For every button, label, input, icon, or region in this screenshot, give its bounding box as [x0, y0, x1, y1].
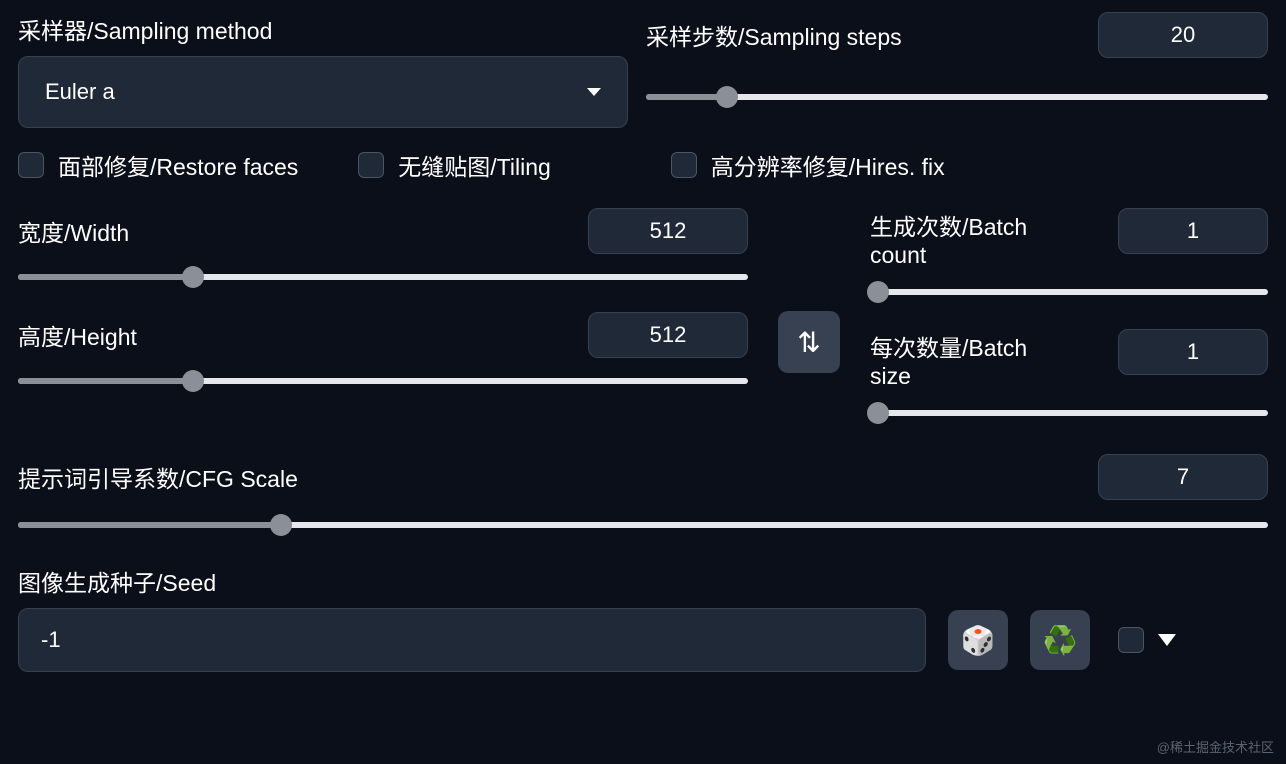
- width-slider[interactable]: [18, 266, 748, 288]
- sampling-steps-value-box[interactable]: 20: [1098, 12, 1268, 58]
- chevron-down-icon: [587, 88, 601, 96]
- height-value-box[interactable]: 512: [588, 312, 748, 358]
- batch-count-label: 生成次数/Batch count: [870, 208, 1070, 269]
- swap-dimensions-button[interactable]: ⇅: [778, 311, 840, 373]
- cfg-scale-slider[interactable]: [18, 514, 1268, 536]
- seed-label: 图像生成种子/Seed: [18, 564, 1268, 598]
- hires-fix-label: 高分辨率修复/Hires. fix: [711, 148, 945, 182]
- watermark: @稀土掘金技术社区: [1157, 737, 1274, 756]
- sampling-method-label: 采样器/Sampling method: [18, 12, 628, 46]
- sampling-steps-slider[interactable]: [646, 86, 1268, 108]
- width-value-box[interactable]: 512: [588, 208, 748, 254]
- tiling-label: 无缝贴图/Tiling: [398, 148, 551, 182]
- recycle-icon: ♻️: [1043, 624, 1078, 657]
- height-label: 高度/Height: [18, 318, 137, 352]
- batch-count-slider[interactable]: [870, 281, 1268, 303]
- sampling-method-select[interactable]: Euler a: [18, 56, 628, 128]
- batch-count-value-box[interactable]: 1: [1118, 208, 1268, 254]
- seed-extra-expand-icon[interactable]: [1158, 634, 1176, 646]
- seed-input[interactable]: [18, 608, 926, 672]
- swap-icon: ⇅: [797, 326, 820, 359]
- seed-extra-checkbox[interactable]: [1118, 627, 1144, 653]
- tiling-checkbox[interactable]: [358, 152, 384, 178]
- reuse-seed-button[interactable]: ♻️: [1030, 610, 1090, 670]
- height-slider[interactable]: [18, 370, 748, 392]
- cfg-scale-label: 提示词引导系数/CFG Scale: [18, 460, 298, 494]
- batch-size-slider[interactable]: [870, 402, 1268, 424]
- width-label: 宽度/Width: [18, 214, 129, 248]
- sampling-steps-label: 采样步数/Sampling steps: [646, 18, 902, 52]
- dice-icon: 🎲: [961, 624, 996, 657]
- batch-size-value-box[interactable]: 1: [1118, 329, 1268, 375]
- cfg-scale-value-box[interactable]: 7: [1098, 454, 1268, 500]
- restore-faces-checkbox[interactable]: [18, 152, 44, 178]
- hires-fix-checkbox[interactable]: [671, 152, 697, 178]
- randomize-seed-button[interactable]: 🎲: [948, 610, 1008, 670]
- sampling-method-value: Euler a: [45, 79, 115, 105]
- batch-size-label: 每次数量/Batch size: [870, 329, 1070, 390]
- restore-faces-label: 面部修复/Restore faces: [58, 148, 298, 182]
